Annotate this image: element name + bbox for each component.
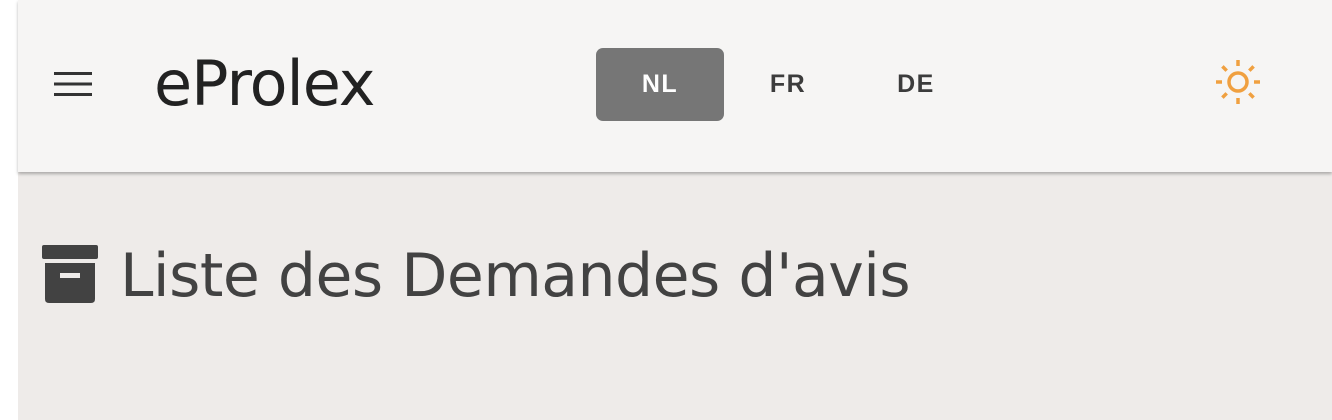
app-root: eProlex NL FR DE Liste des Demandes d'av… bbox=[18, 0, 1332, 420]
menu-button[interactable] bbox=[54, 60, 126, 108]
archive-box-icon bbox=[40, 243, 100, 310]
language-button-fr[interactable]: FR bbox=[724, 48, 852, 121]
top-toolbar: eProlex NL FR DE bbox=[18, 0, 1332, 172]
language-button-de[interactable]: DE bbox=[852, 48, 980, 121]
page-heading: Liste des Demandes d'avis bbox=[40, 240, 911, 312]
language-switcher: NL FR DE bbox=[596, 48, 980, 121]
language-button-nl[interactable]: NL bbox=[596, 48, 724, 121]
sun-icon bbox=[1214, 58, 1262, 111]
theme-toggle-button[interactable] bbox=[1212, 58, 1264, 110]
page-title: Liste des Demandes d'avis bbox=[120, 241, 911, 311]
app-title[interactable]: eProlex bbox=[154, 46, 375, 122]
hamburger-menu-icon bbox=[54, 71, 92, 97]
